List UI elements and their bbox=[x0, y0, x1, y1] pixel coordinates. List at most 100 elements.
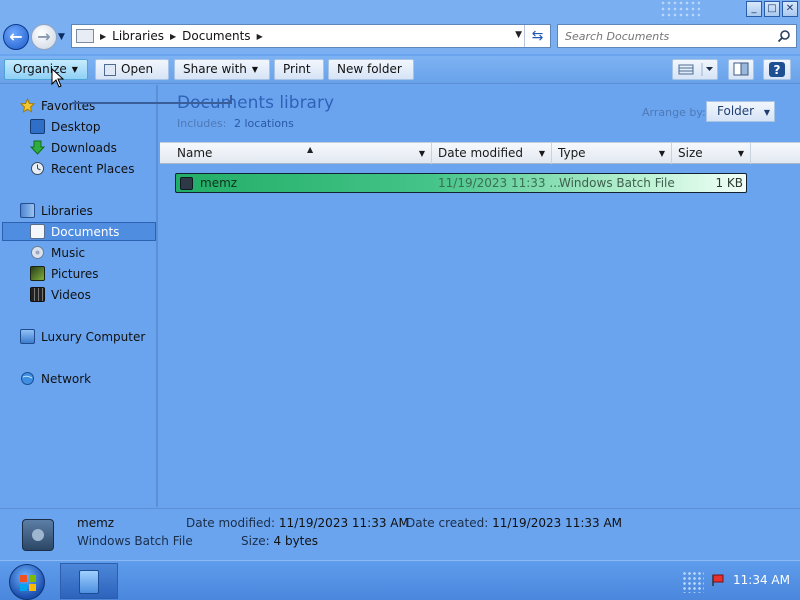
column-header-date-modified[interactable]: Date modified ▼ bbox=[431, 143, 552, 164]
nav-network[interactable]: Network bbox=[20, 369, 176, 388]
breadcrumb-separator-icon[interactable]: ▶ bbox=[257, 32, 263, 41]
details-size-value: 4 bytes bbox=[273, 534, 319, 548]
chevron-down-icon[interactable]: ▼ bbox=[419, 143, 425, 164]
minimize-button[interactable]: _ bbox=[746, 1, 762, 17]
open-label: Open bbox=[121, 62, 154, 76]
new-folder-button[interactable]: New folder bbox=[328, 59, 414, 80]
details-pane: memz Windows Batch File Date modified: 1… bbox=[0, 508, 800, 560]
file-size: 1 KB bbox=[715, 176, 743, 190]
nav-libraries[interactable]: Libraries bbox=[20, 201, 176, 220]
print-label: Print bbox=[283, 62, 311, 76]
search-icon[interactable] bbox=[777, 29, 791, 43]
search-input[interactable] bbox=[558, 25, 768, 47]
chevron-down-icon[interactable]: ▼ bbox=[738, 143, 744, 164]
organize-button[interactable]: Organize ▼ bbox=[4, 59, 88, 80]
star-icon bbox=[20, 98, 35, 113]
back-button[interactable]: ← bbox=[3, 24, 29, 50]
help-button[interactable]: ? bbox=[763, 59, 791, 80]
svg-text:?: ? bbox=[774, 63, 781, 77]
arrange-by-dropdown[interactable]: Folder ▼ bbox=[706, 101, 775, 122]
nav-videos-label: Videos bbox=[51, 287, 91, 302]
chevron-down-icon: ▼ bbox=[251, 65, 259, 74]
breadcrumb-libraries[interactable]: Libraries bbox=[112, 29, 164, 43]
share-with-button[interactable]: Share with ▼ bbox=[174, 59, 270, 80]
action-center-flag-icon[interactable] bbox=[711, 573, 725, 587]
navigation-pane: Favorites Desktop Downloads Recent Place… bbox=[0, 85, 158, 507]
nav-favorites-label: Favorites bbox=[41, 98, 96, 113]
view-list-icon bbox=[678, 63, 713, 76]
nav-documents-label: Documents bbox=[51, 224, 120, 239]
share-with-label: Share with bbox=[183, 62, 247, 76]
file-row[interactable]: memz 11/19/2023 11:33 ... Windows Batch … bbox=[175, 173, 747, 193]
details-size: Size: 4 bytes bbox=[241, 534, 318, 548]
breadcrumb-documents[interactable]: Documents bbox=[182, 29, 250, 43]
nav-computer-label: Luxury Computer bbox=[41, 329, 146, 344]
nav-favorites[interactable]: Favorites bbox=[20, 96, 176, 115]
desktop-icon bbox=[30, 119, 45, 134]
content-pane: Documents library Includes: 2 locations … bbox=[160, 85, 800, 507]
details-date-modified: Date modified: 11/19/2023 11:33 AM bbox=[186, 516, 409, 530]
nav-downloads-label: Downloads bbox=[51, 140, 117, 155]
print-button[interactable]: Print bbox=[274, 59, 324, 80]
arrange-by-value: Folder bbox=[717, 104, 755, 118]
documents-icon bbox=[30, 224, 45, 239]
batch-file-icon bbox=[180, 176, 193, 190]
drag-indicator bbox=[230, 95, 232, 104]
system-clock[interactable]: 11:34 AM bbox=[733, 573, 790, 587]
file-open-icon bbox=[104, 63, 116, 76]
library-includes: Includes: 2 locations bbox=[177, 117, 294, 130]
nav-desktop-label: Desktop bbox=[51, 119, 101, 134]
chevron-down-icon[interactable]: ▼ bbox=[659, 143, 665, 164]
change-view-button[interactable] bbox=[672, 59, 718, 80]
details-date-created-value: 11/19/2023 11:33 AM bbox=[492, 516, 623, 530]
taskbar-explorer-button[interactable] bbox=[60, 563, 118, 599]
batch-file-icon bbox=[22, 519, 54, 551]
address-row: ← → ▼ ▶ Libraries ▶ Documents ▶ ▼ ⇆ bbox=[0, 20, 800, 54]
file-type: Windows Batch File bbox=[559, 176, 675, 190]
tray-decoration bbox=[682, 571, 704, 593]
recent-pages-dropdown[interactable]: ▼ bbox=[58, 32, 65, 42]
includes-locations-link[interactable]: 2 locations bbox=[234, 117, 294, 130]
open-button[interactable]: Open bbox=[95, 59, 169, 80]
column-header-name[interactable]: Name ▲ ▼ bbox=[170, 143, 432, 164]
forward-button[interactable]: → bbox=[31, 24, 57, 50]
library-icon bbox=[76, 29, 94, 43]
details-date-modified-value: 11/19/2023 11:33 AM bbox=[278, 516, 409, 530]
file-name: memz bbox=[200, 176, 238, 190]
includes-label: Includes: bbox=[177, 117, 227, 130]
file-date-modified: 11/19/2023 11:33 ... bbox=[438, 176, 561, 190]
drag-indicator bbox=[72, 102, 232, 104]
chevron-down-icon[interactable]: ▼ bbox=[539, 143, 545, 164]
music-icon bbox=[31, 246, 44, 259]
title-decoration bbox=[660, 0, 700, 20]
sort-ascending-icon: ▲ bbox=[307, 145, 314, 154]
breadcrumb-separator-icon[interactable]: ▶ bbox=[100, 32, 106, 41]
breadcrumb-separator-icon[interactable]: ▶ bbox=[170, 32, 176, 41]
column-header-type[interactable]: Type ▼ bbox=[551, 143, 672, 164]
libraries-icon bbox=[20, 203, 35, 218]
nav-documents[interactable]: Documents bbox=[2, 222, 156, 241]
column-header-size[interactable]: Size ▼ bbox=[671, 143, 751, 164]
nav-network-label: Network bbox=[41, 371, 92, 386]
details-date-created: Date created: 11/19/2023 11:33 AM bbox=[406, 516, 622, 530]
search-box[interactable] bbox=[557, 24, 797, 48]
address-bar[interactable]: ▶ Libraries ▶ Documents ▶ ▼ ⇆ bbox=[71, 24, 551, 48]
start-button[interactable] bbox=[9, 564, 45, 600]
maximize-button[interactable]: □ bbox=[764, 1, 780, 17]
arrange-by-label: Arrange by: bbox=[642, 106, 706, 119]
new-folder-label: New folder bbox=[337, 62, 402, 76]
nav-music-label: Music bbox=[51, 245, 86, 260]
close-button[interactable]: ✕ bbox=[782, 1, 798, 17]
preview-pane-button[interactable] bbox=[728, 59, 754, 80]
column-header-row: Name ▲ ▼ Date modified ▼ Type ▼ Size ▼ bbox=[160, 142, 800, 164]
nav-computer[interactable]: Luxury Computer bbox=[20, 327, 176, 346]
windows-logo-icon bbox=[20, 575, 36, 591]
details-size-label: Size: bbox=[241, 534, 270, 548]
recent-places-icon bbox=[31, 162, 44, 175]
download-arrow-icon bbox=[30, 140, 45, 155]
column-type-label: Type bbox=[558, 146, 586, 160]
column-size-label: Size bbox=[678, 146, 703, 160]
title-bar: _ □ ✕ bbox=[0, 0, 800, 20]
address-dropdown-icon[interactable]: ▼ bbox=[515, 30, 522, 40]
refresh-icon[interactable]: ⇆ bbox=[524, 25, 550, 47]
